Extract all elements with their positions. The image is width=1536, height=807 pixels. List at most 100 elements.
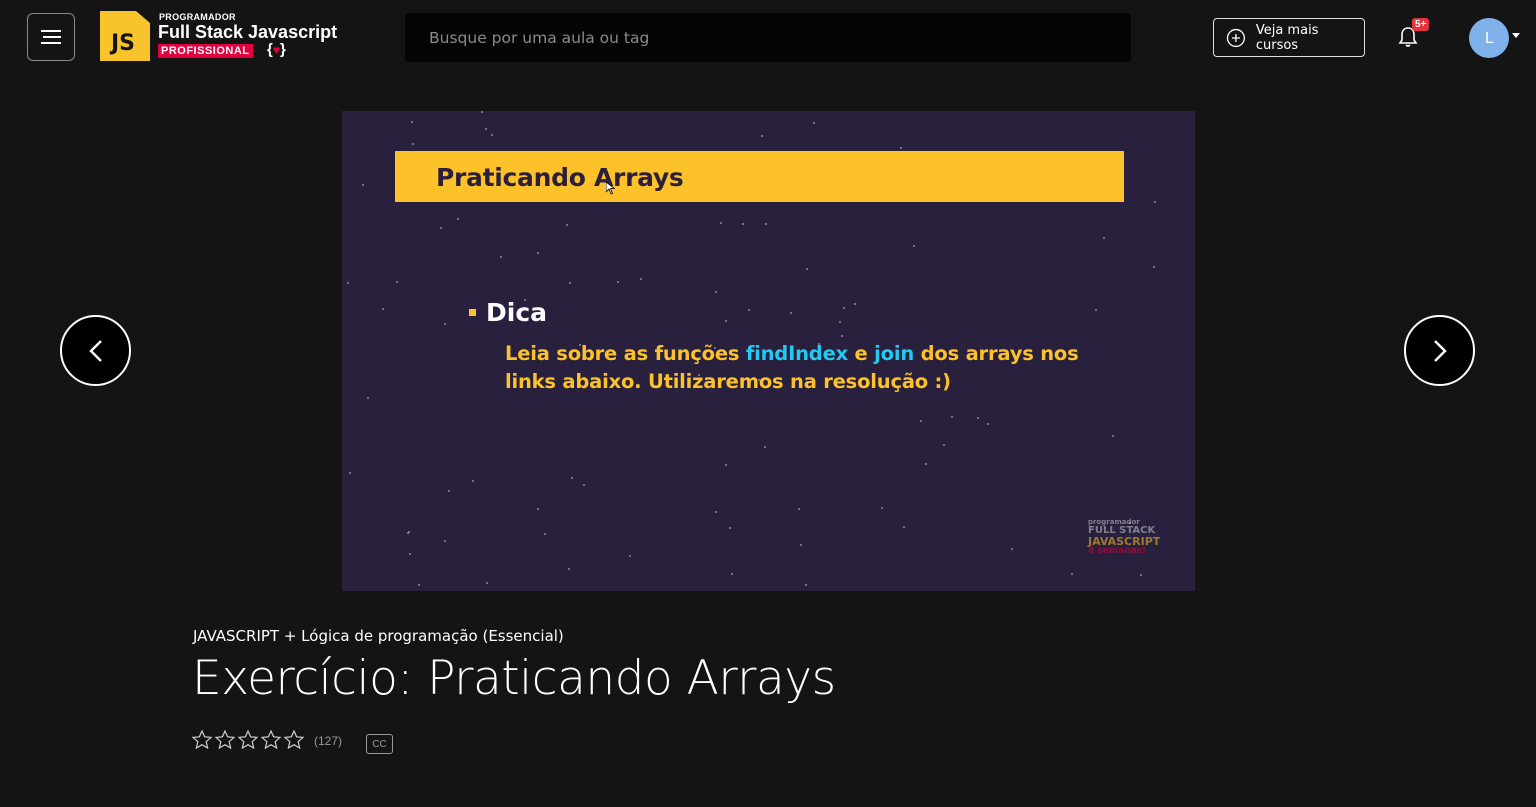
- avatar-initial: L: [1484, 29, 1494, 47]
- cc-label: CC: [372, 738, 387, 750]
- chevron-left-icon: [88, 339, 102, 362]
- background-star-dot: [725, 320, 727, 322]
- slide-highlight-findindex: findIndex: [745, 342, 848, 365]
- course-watermark: programador FULL STACK JAVASCRIPT 8 sema…: [1088, 519, 1178, 556]
- background-star-dot: [491, 134, 493, 136]
- course-name[interactable]: JAVASCRIPT + Lógica de programação (Esse…: [193, 627, 564, 645]
- background-star-dot: [854, 303, 856, 305]
- background-star-dot: [977, 417, 979, 419]
- background-star-dot: [720, 222, 722, 224]
- background-star-dot: [347, 282, 349, 284]
- slide-body-text: Leia sobre as funções findIndex e join d…: [505, 340, 1105, 396]
- slide-title-bar: Praticando Arrays: [395, 151, 1124, 202]
- more-courses-label: Veja mais cursos: [1255, 22, 1319, 53]
- background-star-dot: [571, 477, 573, 479]
- background-star-dot: [715, 291, 717, 293]
- background-star-dot: [839, 321, 841, 323]
- background-star-dot: [640, 278, 642, 280]
- background-star-dot: [617, 281, 619, 283]
- background-star-dot: [800, 544, 802, 546]
- js-logo-icon: JS: [100, 11, 150, 61]
- background-star-dot: [943, 444, 945, 446]
- background-star-dot: [761, 135, 763, 137]
- background-star-dot: [1153, 266, 1155, 268]
- video-player[interactable]: Praticando Arrays Dica Leia sobre as fun…: [342, 111, 1195, 591]
- mouse-cursor-icon: [606, 182, 615, 195]
- background-star-dot: [537, 252, 539, 254]
- background-star-dot: [448, 490, 450, 492]
- logo-brace-icon: {♥}: [267, 41, 286, 58]
- logo-top-text: PROGRAMADOR: [159, 12, 236, 22]
- background-star-dot: [813, 122, 815, 124]
- star-rating[interactable]: [192, 730, 304, 749]
- background-star-dot: [925, 463, 927, 465]
- background-star-dot: [566, 224, 568, 226]
- closed-captions-button[interactable]: CC: [366, 734, 393, 754]
- background-star-dot: [481, 111, 483, 113]
- background-star-dot: [1112, 435, 1114, 437]
- background-star-dot: [1095, 309, 1097, 311]
- chevron-right-icon: [1433, 339, 1447, 362]
- star-icon[interactable]: [238, 730, 258, 749]
- watermark-line: 8 semanas!: [1088, 546, 1147, 556]
- hamburger-icon: [41, 30, 61, 44]
- slide-title: Praticando Arrays: [436, 163, 684, 192]
- background-star-dot: [409, 553, 411, 555]
- background-star-dot: [900, 147, 902, 149]
- background-star-dot: [764, 446, 766, 448]
- star-icon[interactable]: [261, 730, 281, 749]
- background-star-dot: [742, 223, 744, 225]
- bullet-icon: [469, 309, 476, 316]
- background-star-dot: [1154, 201, 1156, 203]
- background-star-dot: [457, 218, 459, 220]
- background-star-dot: [583, 484, 585, 486]
- notification-count-badge: 5+: [1412, 18, 1430, 31]
- background-star-dot: [806, 268, 808, 270]
- background-star-dot: [412, 143, 414, 145]
- background-star-dot: [500, 256, 502, 258]
- background-star-dot: [841, 335, 843, 337]
- lesson-title: Exercício: Praticando Arrays: [192, 651, 836, 706]
- background-star-dot: [798, 508, 800, 510]
- background-star-dot: [569, 282, 571, 284]
- background-star-dot: [1140, 574, 1142, 576]
- more-courses-button[interactable]: Veja mais cursos: [1213, 18, 1365, 57]
- background-star-dot: [418, 584, 420, 586]
- plus-circle-icon: [1226, 28, 1246, 47]
- logo-badge-text: PROFISSIONAL: [158, 44, 253, 58]
- background-star-dot: [748, 309, 750, 311]
- next-lesson-button[interactable]: [1404, 315, 1475, 386]
- background-star-dot: [790, 312, 792, 314]
- background-star-dot: [407, 532, 409, 534]
- background-star-dot: [729, 527, 731, 529]
- caret-down-icon[interactable]: [1512, 33, 1520, 39]
- background-star-dot: [805, 584, 807, 586]
- background-star-dot: [843, 307, 845, 309]
- background-star-dot: [1011, 548, 1013, 550]
- background-star-dot: [568, 568, 570, 570]
- background-star-dot: [987, 423, 989, 425]
- background-star-dot: [1103, 237, 1105, 239]
- background-star-dot: [367, 397, 369, 399]
- background-star-dot: [903, 526, 905, 528]
- star-icon[interactable]: [284, 730, 304, 749]
- background-star-dot: [715, 511, 717, 513]
- background-star-dot: [537, 508, 539, 510]
- background-star-dot: [1071, 573, 1073, 575]
- star-icon[interactable]: [192, 730, 212, 749]
- background-star-dot: [629, 555, 631, 557]
- background-star-dot: [725, 464, 727, 466]
- star-icon[interactable]: [215, 730, 235, 749]
- background-star-dot: [881, 507, 883, 509]
- background-star-dot: [486, 582, 488, 584]
- user-avatar[interactable]: L: [1469, 18, 1509, 58]
- course-logo[interactable]: JS PROGRAMADOR Full Stack Javascript PRO…: [100, 11, 350, 61]
- background-star-dot: [362, 184, 364, 186]
- js-logo-mark: JS: [111, 31, 136, 56]
- search-input[interactable]: [405, 13, 1131, 62]
- previous-lesson-button[interactable]: [60, 315, 131, 386]
- background-star-dot: [765, 223, 767, 225]
- menu-button[interactable]: [27, 13, 75, 61]
- slide-body-part: e: [847, 342, 875, 365]
- background-star-dot: [920, 420, 922, 422]
